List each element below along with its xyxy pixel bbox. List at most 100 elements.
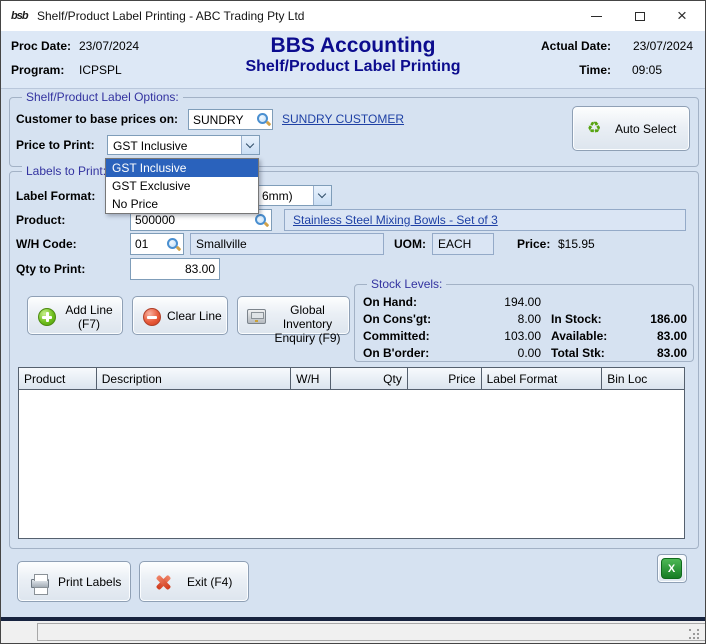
column-header-product[interactable]: Product	[19, 368, 97, 390]
label-format-label: Label Format:	[16, 189, 95, 203]
stock-row-value: 103.00	[455, 329, 541, 343]
header: Proc Date: 23/07/2024 Program: ICPSPL BB…	[1, 31, 705, 89]
stock-row-label: On Hand:	[363, 295, 417, 309]
stock-row-value2: 83.00	[607, 346, 687, 360]
global-inventory-label-line1: Global Inventory	[283, 303, 332, 331]
global-inventory-label-line2: Enquiry (F9)	[274, 331, 340, 345]
printer-icon	[31, 579, 49, 588]
actual-date-value: 23/07/2024	[633, 39, 693, 53]
stock-row-label: On Cons'gt:	[363, 312, 431, 326]
excel-icon: X	[661, 558, 682, 579]
labels-group-title: Labels to Print:	[22, 164, 110, 178]
add-line-label-line2: (F7)	[78, 317, 100, 331]
recycle-icon: ♻	[587, 121, 601, 137]
red-x-icon	[155, 574, 172, 591]
price-to-print-value: GST Inclusive	[113, 139, 187, 153]
stock-levels-title: Stock Levels:	[367, 277, 446, 291]
global-inventory-enquiry-button[interactable]: Global Inventory Enquiry (F9)	[237, 296, 350, 335]
price-to-print-combobox[interactable]: GST Inclusive	[107, 135, 260, 155]
print-labels-label: Print Labels	[58, 562, 121, 603]
minimize-button[interactable]	[575, 1, 617, 31]
clear-line-label: Clear Line	[167, 297, 222, 336]
card-file-icon	[247, 309, 266, 324]
wh-lookup-icon[interactable]	[165, 236, 181, 252]
column-header-bin-loc[interactable]: Bin Loc	[602, 368, 684, 390]
price-label: Price:	[517, 237, 550, 251]
clear-line-button[interactable]: Clear Line	[132, 296, 228, 335]
maximize-button[interactable]	[619, 1, 661, 31]
close-button[interactable]: ×	[661, 1, 703, 31]
exit-label: Exit (F4)	[187, 562, 232, 603]
price-to-print-dropdown-button[interactable]	[241, 136, 259, 154]
uom-label: UOM:	[394, 237, 426, 251]
column-header-label-format[interactable]: Label Format	[482, 368, 603, 390]
product-description-box: Stainless Steel Mixing Bowls - Set of 3	[284, 209, 686, 231]
price-to-print-dropdown-list: GST Inclusive GST Exclusive No Price	[105, 158, 259, 214]
customer-name-link[interactable]: SUNDRY CUSTOMER	[282, 112, 404, 126]
add-line-button[interactable]: Add Line (F7)	[27, 296, 123, 335]
stock-row-label: On B'order:	[363, 346, 429, 360]
stock-row-label2: Available:	[551, 329, 607, 343]
chevron-down-icon	[246, 140, 254, 148]
product-label: Product:	[16, 213, 65, 227]
app-window: bsb Shelf/Product Label Printing - ABC T…	[0, 0, 706, 644]
titlebar: bsb Shelf/Product Label Printing - ABC T…	[1, 1, 705, 31]
table-header-row: Product Description W/H Qty Price Label …	[19, 368, 684, 390]
column-header-qty[interactable]: Qty	[331, 368, 408, 390]
label-format-value: 6mm)	[262, 189, 293, 203]
app-icon: bsb	[11, 7, 31, 25]
options-group-title: Shelf/Product Label Options:	[22, 90, 183, 104]
stock-row-label2: Total Stk:	[551, 346, 605, 360]
stock-row-value2: 186.00	[607, 312, 687, 326]
price-option-gst-exclusive[interactable]: GST Exclusive	[106, 177, 258, 195]
stock-row-value: 0.00	[455, 346, 541, 360]
add-line-label: Add Line (F7)	[60, 303, 118, 331]
time-value: 09:05	[632, 63, 662, 77]
resize-grip[interactable]	[689, 629, 700, 640]
auto-select-label: Auto Select	[615, 107, 676, 152]
stock-row-value2: 83.00	[607, 329, 687, 343]
exit-button[interactable]: Exit (F4)	[139, 561, 249, 602]
qty-to-print-label: Qty to Print:	[16, 262, 85, 276]
label-lines-table: Product Description W/H Qty Price Label …	[18, 367, 685, 539]
stock-row-value: 194.00	[455, 295, 541, 309]
uom-field: EACH	[432, 233, 494, 255]
minimize-icon	[591, 16, 602, 17]
time-label: Time:	[579, 63, 611, 77]
global-inventory-label: Global Inventory Enquiry (F9)	[268, 303, 347, 345]
stock-levels-group: Stock Levels: On Hand: 194.00 On Cons'gt…	[354, 284, 694, 362]
auto-select-button[interactable]: ♻ Auto Select	[572, 106, 690, 151]
minus-circle-icon	[143, 308, 161, 326]
column-header-description[interactable]: Description	[97, 368, 291, 390]
product-description-link[interactable]: Stainless Steel Mixing Bowls - Set of 3	[293, 213, 498, 227]
statusbar-panel	[37, 623, 706, 641]
stock-row-value: 8.00	[455, 312, 541, 326]
plus-circle-icon	[38, 308, 56, 326]
maximize-icon	[635, 12, 645, 21]
price-value: $15.95	[558, 237, 595, 251]
wh-code-label: W/H Code:	[16, 237, 77, 251]
stock-row-label: Committed:	[363, 329, 430, 343]
add-line-label-line1: Add Line	[65, 303, 112, 317]
column-header-wh[interactable]: W/H	[291, 368, 331, 390]
customer-lookup-icon[interactable]	[255, 111, 271, 127]
price-to-print-label: Price to Print:	[16, 138, 95, 152]
chevron-down-icon	[318, 190, 326, 198]
product-lookup-icon[interactable]	[253, 212, 269, 228]
qty-to-print-input[interactable]	[130, 258, 220, 280]
label-format-dropdown-button[interactable]	[313, 186, 331, 205]
statusbar	[1, 621, 705, 644]
export-excel-button[interactable]: X	[657, 554, 687, 583]
print-labels-button[interactable]: Print Labels	[17, 561, 131, 602]
window-title: Shelf/Product Label Printing - ABC Tradi…	[37, 1, 304, 31]
stock-row-label2: In Stock:	[551, 312, 602, 326]
column-header-price[interactable]: Price	[408, 368, 482, 390]
customer-label: Customer to base prices on:	[16, 112, 178, 126]
close-icon: ×	[677, 1, 687, 31]
price-option-no-price[interactable]: No Price	[106, 195, 258, 213]
price-option-gst-inclusive[interactable]: GST Inclusive	[106, 159, 258, 177]
table-body-empty	[19, 390, 684, 538]
options-group: Shelf/Product Label Options: Customer to…	[9, 97, 699, 167]
actual-date-label: Actual Date:	[541, 39, 611, 53]
wh-name-field: Smallville	[190, 233, 384, 255]
